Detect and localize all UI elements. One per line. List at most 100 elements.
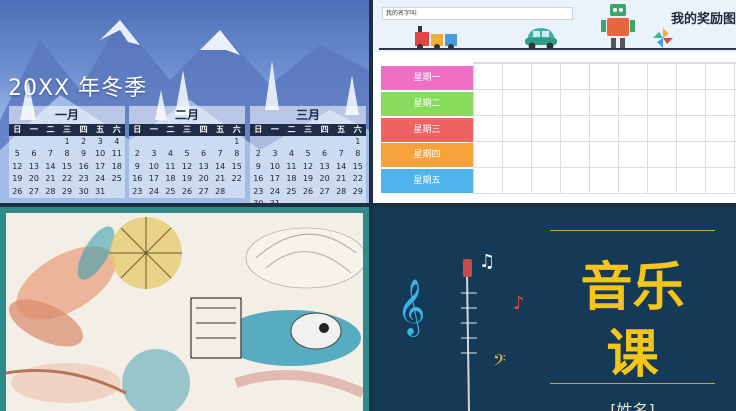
- day-cell: 2: [255, 149, 261, 159]
- music-title-line2: 课: [606, 325, 659, 385]
- month-name: 二月: [129, 106, 245, 124]
- day-cell: 22: [61, 174, 73, 184]
- weekday-label: 三: [63, 125, 72, 134]
- day-cell: [129, 136, 146, 148]
- day-cell: 5: [14, 149, 20, 159]
- day-cell: 10: [148, 161, 159, 171]
- day-cell: 17: [95, 161, 106, 171]
- weekday-label: 一: [29, 125, 38, 134]
- day-cell: 7: [217, 149, 223, 159]
- day-cell: 28: [45, 186, 56, 196]
- day-cell: 16: [253, 174, 264, 184]
- day-cell: 14: [45, 161, 56, 171]
- day-cell: 12: [12, 161, 23, 171]
- day-cell: 22: [352, 174, 363, 184]
- winter-calendar-thumbnail[interactable]: 20XX 年冬季 一月日一二三四五六 1 2 3 4 5 6 7 8 9 10 11 12 13 14 15 1…: [0, 0, 369, 203]
- day-cell: 25: [165, 186, 176, 196]
- day-cell: 17: [148, 174, 159, 184]
- day-cell: 27: [198, 186, 209, 196]
- day-cell: [300, 136, 317, 148]
- week-row: 9 10 11 12 13 14 15: [250, 161, 366, 173]
- calendar-title: 20XX 年冬季: [8, 76, 148, 101]
- weekday-label: 日: [133, 125, 142, 134]
- day-cell: 6: [322, 149, 328, 159]
- day-cell: 9: [134, 161, 140, 171]
- day-cell: [283, 136, 300, 148]
- day-cell: 12: [302, 161, 314, 171]
- day-cell: 26: [302, 186, 314, 196]
- day-cell: 30: [250, 198, 267, 203]
- weekday-label: 三: [183, 125, 192, 134]
- reward-title: 我的奖励图: [671, 12, 736, 27]
- day-cell: 25: [111, 174, 122, 184]
- day-cell: [349, 198, 366, 203]
- day-cell: 31: [267, 198, 284, 203]
- day-cell: 8: [355, 149, 361, 159]
- week-row: 23 24 25 26 27 28 29: [250, 186, 366, 198]
- week-row: 1: [129, 136, 245, 148]
- day-cell: 13: [28, 161, 39, 171]
- day-cell: 1: [64, 137, 70, 146]
- day-cell: 30: [78, 186, 89, 196]
- sticker-grid: [473, 62, 736, 194]
- weekday-header: 日一二三四五六: [250, 124, 366, 136]
- day-cell: 13: [198, 161, 209, 171]
- music-class-thumbnail[interactable]: 𝄞 ♫ ♪ 𝄢 音乐 课 [姓名]: [373, 207, 736, 411]
- month-name: 一月: [9, 106, 125, 124]
- day-cell: 4: [114, 137, 120, 146]
- music-title-line1: 音乐: [580, 258, 685, 318]
- day-cell: 23: [78, 174, 89, 184]
- day-cell: 9: [81, 149, 87, 159]
- weekday-label: 日: [13, 125, 22, 134]
- day-cell: [267, 136, 284, 148]
- day-cell: 11: [165, 161, 176, 171]
- weekday-label: 星期五: [381, 169, 473, 194]
- reward-chart-thumbnail[interactable]: 我的名字叫: 我的奖励图 星期一 星期二 星期三 星期四 星期五: [373, 0, 736, 203]
- day-cell: [9, 136, 26, 148]
- day-cell: 15: [61, 161, 73, 171]
- weekday-label: 五: [337, 125, 346, 134]
- day-cell: 21: [215, 174, 226, 184]
- day-cell: 24: [148, 186, 159, 196]
- day-cell: 15: [352, 161, 363, 171]
- watercolor-art-thumbnail[interactable]: [0, 207, 369, 411]
- day-cell: 19: [181, 174, 193, 184]
- day-cell: 3: [97, 137, 103, 146]
- day-cell: [26, 136, 43, 148]
- weekday-label: 星期一: [381, 66, 473, 90]
- day-cell: 13: [319, 161, 330, 171]
- day-cell: 23: [132, 186, 143, 196]
- day-cell: [333, 198, 350, 203]
- watercolor-illustration: [6, 217, 363, 411]
- weekday-label: 一: [270, 125, 279, 134]
- weekday-label: 五: [96, 125, 105, 134]
- weekday-label: 星期二: [381, 91, 473, 116]
- train-icon: [415, 26, 457, 50]
- week-row: 26 27 28 29 30 31: [9, 186, 125, 198]
- day-cell: 24: [269, 186, 280, 196]
- day-cell: 29: [61, 186, 73, 196]
- day-cell: 22: [231, 174, 242, 184]
- day-cell: 21: [336, 174, 347, 184]
- weekday-label: 二: [46, 125, 55, 134]
- day-cell: 2: [81, 137, 87, 146]
- day-cell: 19: [302, 174, 314, 184]
- day-cell: 8: [234, 149, 240, 159]
- weekday-label: 星期三: [381, 117, 473, 142]
- month-march: 三月日一二三四五六 1 2 3 4 5 6 7 8 9 10 11 12 13 14 15 16 17 18 19 20…: [250, 106, 366, 203]
- day-cell: 10: [95, 149, 106, 159]
- day-cell: 20: [319, 174, 330, 184]
- day-cell: 23: [253, 186, 264, 196]
- day-cell: 17: [269, 174, 280, 184]
- day-cell: 11: [111, 149, 122, 159]
- weekday-label: 星期四: [381, 143, 473, 168]
- day-cell: 6: [201, 149, 207, 159]
- week-row: 12 13 14 15 16 17 18: [9, 161, 125, 173]
- day-cell: 16: [132, 174, 143, 184]
- bass-clef-icon: 𝄢: [493, 350, 506, 374]
- eighth-note-icon: ♪: [513, 293, 525, 314]
- name-field[interactable]: 我的名字叫:: [382, 7, 573, 20]
- day-cell: 7: [47, 149, 53, 159]
- day-cell: 18: [165, 174, 176, 184]
- bottom-divider: [550, 383, 715, 384]
